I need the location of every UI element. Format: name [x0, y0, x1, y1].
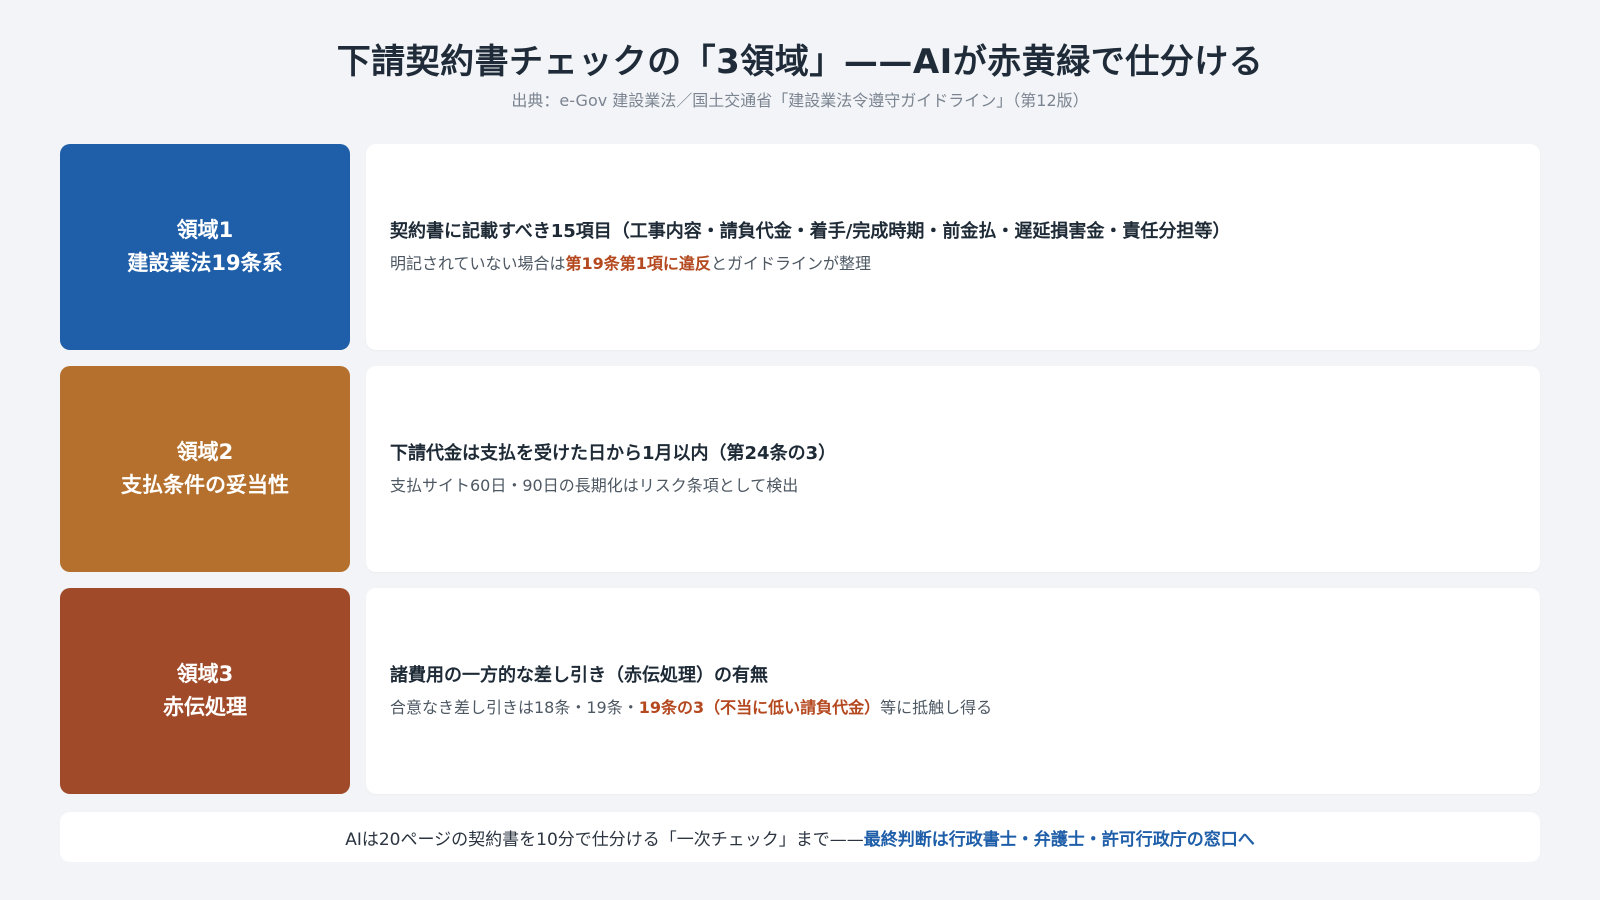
domain-tag-number: 領域1 [176, 218, 234, 242]
domain-row-1: 領域1 建設業法19条系 契約書に記載すべき15項目（工事内容・請負代金・着手/… [60, 144, 1540, 350]
domain-card-main: 契約書に記載すべき15項目（工事内容・請負代金・着手/完成時期・前金払・遅延損害… [390, 221, 1231, 242]
domain-card-main: 諸費用の一方的な差し引き（赤伝処理）の有無 [390, 665, 768, 686]
domain-tag-label: 建設業法19条系 [127, 251, 283, 275]
domain-tag-number: 領域3 [176, 662, 234, 686]
sub-highlight: 19条の3（不当に低い請負代金） [638, 698, 881, 717]
domain-card-sub: 明記されていない場合は第19条第1項に違反とガイドラインが整理 [390, 252, 1540, 276]
domain-card-sub: 合意なき差し引きは18条・19条・19条の3（不当に低い請負代金）等に抵触し得る [390, 696, 1540, 720]
domain-tag-number: 領域2 [176, 440, 234, 464]
page-title: 下請契約書チェックの「3領域」——AIが赤黄緑で仕分ける [336, 42, 1264, 82]
domain-tag-1: 領域1 建設業法19条系 [60, 144, 350, 350]
sub-text: とガイドラインが整理 [710, 254, 871, 273]
sub-text: 明記されていない場合は [390, 254, 566, 273]
footer-text: AIは20ページの契約書を10分で仕分ける「一次チェック」まで—— [345, 829, 864, 850]
domain-row-3: 領域3 赤伝処理 諸費用の一方的な差し引き（赤伝処理）の有無 合意なき差し引きは… [60, 588, 1540, 794]
domain-card-1: 契約書に記載すべき15項目（工事内容・請負代金・着手/完成時期・前金払・遅延損害… [366, 144, 1540, 350]
domain-list: 領域1 建設業法19条系 契約書に記載すべき15項目（工事内容・請負代金・着手/… [60, 144, 1540, 810]
domain-tag-label: 支払条件の妥当性 [121, 473, 289, 497]
domain-tag-3: 領域3 赤伝処理 [60, 588, 350, 794]
domain-tag-label: 赤伝処理 [163, 695, 247, 719]
sub-text: 合意なき差し引きは18条・19条・ [390, 698, 639, 717]
footer-highlight: 最終判断は行政書士・弁護士・許可行政庁の窓口へ [863, 829, 1255, 850]
domain-row-2: 領域2 支払条件の妥当性 下請代金は支払を受けた日から1月以内（第24条の3） … [60, 366, 1540, 572]
domain-card-2: 下請代金は支払を受けた日から1月以内（第24条の3） 支払サイト60日・90日の… [366, 366, 1540, 572]
domain-card-3: 諸費用の一方的な差し引き（赤伝処理）の有無 合意なき差し引きは18条・19条・1… [366, 588, 1540, 794]
sub-highlight: 第19条第1項に違反 [565, 254, 711, 273]
domain-card-main: 下請代金は支払を受けた日から1月以内（第24条の3） [390, 443, 837, 464]
domain-card-sub: 支払サイト60日・90日の長期化はリスク条項として検出 [390, 476, 799, 495]
footer-note: AIは20ページの契約書を10分で仕分ける「一次チェック」まで—— 最終判断は行政… [60, 812, 1540, 862]
source-note: 出典：e-Gov 建設業法／国土交通省「建設業法令遵守ガイドライン」（第12版） [511, 91, 1089, 110]
header: 下請契約書チェックの「3領域」——AIが赤黄緑で仕分ける 出典：e-Gov 建設… [0, 0, 1600, 112]
sub-text: 等に抵触し得る [880, 698, 993, 717]
domain-tag-2: 領域2 支払条件の妥当性 [60, 366, 350, 572]
